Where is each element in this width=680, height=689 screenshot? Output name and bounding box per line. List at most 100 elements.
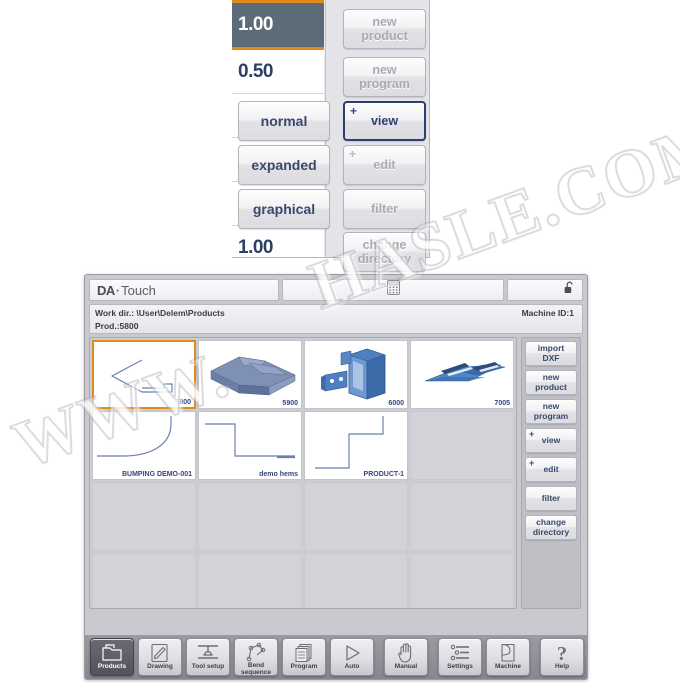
- button-label: change directory: [357, 237, 412, 266]
- right-sidebar: import DXF new product new program + view + edit f…: [521, 337, 581, 609]
- product-cell[interactable]: demo hems: [198, 411, 302, 480]
- sidebar-button-label: filter: [541, 492, 561, 503]
- taskbar-button-help[interactable]: ? Help: [540, 638, 584, 676]
- popup-action-button-new-program[interactable]: new program: [343, 57, 426, 97]
- product-cell-empty: [304, 482, 408, 551]
- lock-button[interactable]: [507, 279, 583, 301]
- product-cell[interactable]: 5800: [92, 340, 196, 409]
- calculator-icon: [386, 280, 400, 300]
- sidebar-button-label: view: [541, 434, 561, 445]
- button-label: filter: [370, 201, 399, 216]
- button-label: edit: [373, 157, 396, 172]
- taskbar-button-settings[interactable]: Settings: [438, 638, 482, 676]
- sidebar-button-label: import DXF: [537, 343, 565, 363]
- popup-mode-button-normal[interactable]: normal: [238, 101, 330, 141]
- popup-action-button-change-directory[interactable]: change directory: [343, 232, 426, 272]
- taskbar-group: ? Help: [540, 638, 584, 676]
- sidebar-button-filter[interactable]: filter: [525, 486, 577, 511]
- product-cell-empty: [304, 553, 408, 608]
- popup-action-button-new-product[interactable]: new product: [343, 9, 426, 49]
- product-label: 5900: [282, 400, 298, 407]
- main-body: 5800 5900 6000 7005 BUMPING DEMO-001 demo …: [89, 337, 585, 637]
- plus-icon: +: [529, 458, 535, 468]
- taskbar-button-auto[interactable]: Auto: [330, 638, 374, 676]
- machine-page-icon: [499, 642, 518, 663]
- taskbar-button-machine[interactable]: Machine: [486, 638, 530, 676]
- product-label: demo hems: [259, 471, 298, 478]
- popup-mode-button-expanded[interactable]: expanded: [238, 145, 330, 185]
- app-logo: DA · Touch: [89, 279, 279, 301]
- product-cell-empty: [410, 553, 514, 608]
- da-touch-window: DA · Touch Work dir.: \User\Delem\Produc…: [84, 274, 588, 680]
- taskbar-button-tool setup[interactable]: Tool setup: [186, 638, 230, 676]
- bottom-taskbar: Products Drawing Tool setup Bend sequence Pro…: [85, 635, 587, 679]
- product-label: PRODUCT-1: [363, 471, 404, 478]
- hand-icon: [396, 642, 416, 663]
- product-text: Prod.:5800: [95, 321, 139, 331]
- play-triangle-icon: [342, 642, 362, 663]
- product-cell-empty: [92, 482, 196, 551]
- taskbar-button-program[interactable]: Program: [282, 638, 326, 676]
- taskbar-button-label: Drawing: [147, 663, 173, 670]
- product-cell[interactable]: PRODUCT-1: [304, 411, 408, 480]
- popup-value-row[interactable]: 1.00: [232, 0, 324, 50]
- popup-value-row[interactable]: 1.00: [232, 226, 324, 257]
- product-label: 5800: [175, 399, 191, 406]
- press-tool-icon: [196, 642, 220, 663]
- logo-da-text: DA: [97, 282, 115, 298]
- sidebar-button-label: new product: [535, 372, 567, 392]
- product-cell-empty: [92, 553, 196, 608]
- taskbar-button-drawing[interactable]: Drawing: [138, 638, 182, 676]
- product-label: BUMPING DEMO-001: [121, 471, 192, 478]
- product-grid-row: [92, 482, 514, 551]
- taskbar-button-manual[interactable]: Manual: [384, 638, 428, 676]
- logo-touch-text: Touch: [121, 282, 156, 298]
- taskbar-button-products[interactable]: Products: [90, 638, 134, 676]
- popup-value-row[interactable]: 0.50: [232, 50, 324, 94]
- folder-icon: [101, 642, 123, 663]
- svg-text:?: ?: [557, 643, 567, 663]
- taskbar-group: Settings Machine: [438, 638, 530, 676]
- product-cell[interactable]: BUMPING DEMO-001: [92, 411, 196, 480]
- button-label: new product: [361, 14, 408, 43]
- taskbar-button-label: Auto: [344, 663, 360, 670]
- sidebar-button-change-directory[interactable]: change directory: [525, 515, 577, 540]
- product-grid[interactable]: 5800 5900 6000 7005 BUMPING DEMO-001 demo …: [89, 337, 517, 609]
- status-bar: Work dir.: \User\Delem\Products Prod.:58…: [89, 304, 583, 334]
- bend-sequence-icon: [245, 642, 267, 662]
- question-mark-icon: ?: [554, 642, 570, 663]
- sidebar-button-new-product[interactable]: new product: [525, 370, 577, 395]
- calculator-button[interactable]: [282, 279, 504, 301]
- button-label: new program: [359, 62, 410, 91]
- title-bar: DA · Touch: [89, 279, 583, 301]
- taskbar-button-bend-sequence[interactable]: Bend sequence: [234, 638, 278, 676]
- plus-icon: +: [349, 147, 357, 161]
- sidebar-button-edit[interactable]: + edit: [525, 457, 577, 482]
- sidebar-button-new-program[interactable]: new program: [525, 399, 577, 424]
- popup-action-button-filter[interactable]: filter: [343, 189, 426, 229]
- sidebar-button-label: change directory: [532, 517, 570, 537]
- work-dir-text: Work dir.: \User\Delem\Products: [95, 308, 225, 318]
- sidebar-button-view[interactable]: + view: [525, 428, 577, 453]
- taskbar-button-label: Manual: [394, 663, 418, 670]
- product-grid-row: [92, 553, 514, 608]
- screenshot-root: 1.000.501121.00 normalexpandedgraphical …: [0, 0, 680, 689]
- sidebar-button-import-DXF[interactable]: import DXF: [525, 341, 577, 366]
- taskbar-group: Products Drawing Tool setup Bend sequence Pro…: [90, 638, 374, 676]
- product-label: 7005: [494, 400, 510, 407]
- taskbar-button-label: Bend sequence: [241, 662, 271, 676]
- plus-icon: +: [529, 429, 535, 439]
- popup-action-button-edit[interactable]: + edit: [343, 145, 426, 185]
- unlocked-padlock-icon: [564, 281, 575, 299]
- taskbar-button-label: Settings: [447, 663, 473, 670]
- taskbar-group: Manual: [384, 638, 428, 676]
- product-cell[interactable]: 5900: [198, 340, 302, 409]
- product-grid-row: 5800 5900 6000 7005: [92, 340, 514, 409]
- product-cell-empty: [410, 482, 514, 551]
- popup-action-button-view[interactable]: + view: [343, 101, 426, 141]
- product-cell[interactable]: 7005: [410, 340, 514, 409]
- popup-mode-button-graphical[interactable]: graphical: [238, 189, 330, 229]
- product-cell[interactable]: 6000: [304, 340, 408, 409]
- stacked-pages-icon: [294, 642, 314, 663]
- taskbar-button-label: Program: [290, 663, 318, 670]
